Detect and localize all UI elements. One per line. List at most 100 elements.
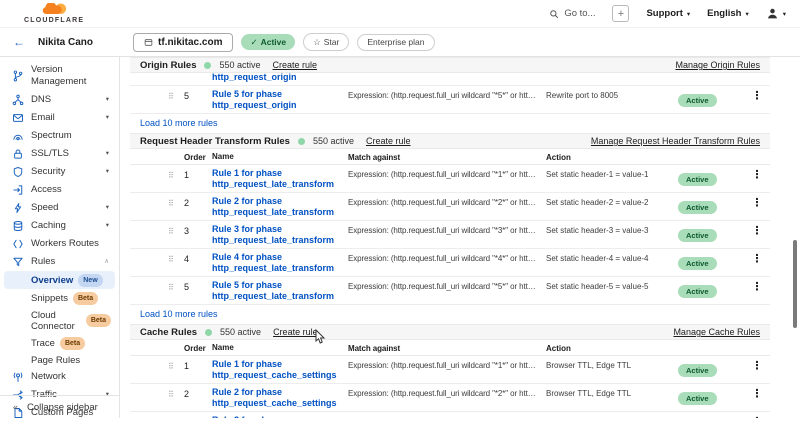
rule-name-link[interactable]: Rule 1 for phase http_request_cache_sett…: [212, 359, 348, 381]
scrollbar-thumb[interactable]: [793, 240, 797, 328]
rule-match: Expression: (http.request.full_uri wildc…: [348, 359, 546, 370]
rule-name-link[interactable]: Rule 1 for phase http_request_late_trans…: [212, 168, 348, 190]
back-arrow-icon[interactable]: ←: [13, 36, 25, 48]
column-action: Action: [546, 151, 678, 162]
kebab-menu-icon[interactable]: ⋮: [744, 252, 770, 266]
sidebar-item-workers-routes[interactable]: Workers Routes: [0, 235, 119, 253]
domain-bar: tf.nikitac.com ✓ Active ☆ Star Enterpris…: [120, 33, 435, 52]
table-row: ⠿ 4 Rule 4 for phase http_request_late_t…: [130, 249, 770, 277]
add-site-button[interactable]: +: [612, 5, 629, 22]
language-menu[interactable]: English ▾: [707, 8, 749, 19]
sidebar-item-label: Caching: [31, 220, 66, 232]
star-icon: ☆: [313, 37, 321, 48]
goto-search[interactable]: Go to...: [549, 8, 595, 19]
table-row: ⠿ 1 Rule 1 for phase http_request_late_t…: [130, 165, 770, 193]
goto-label: Go to...: [564, 8, 595, 19]
drag-handle-icon[interactable]: ⠿: [168, 196, 184, 208]
create-rule-link[interactable]: Create rule: [366, 136, 411, 146]
rule-name-link[interactable]: Rule 2 for phase http_request_late_trans…: [212, 196, 348, 218]
domain-selector[interactable]: tf.nikitac.com: [133, 33, 233, 52]
sidebar-item-speed[interactable]: Speed ▾: [0, 199, 119, 217]
status-cell: Active: [678, 387, 744, 406]
drag-handle-icon[interactable]: ⠿: [168, 387, 184, 399]
drag-handle-icon[interactable]: ⠿: [168, 89, 184, 101]
rule-match: Expression: (http.request.full_uri wildc…: [348, 89, 546, 100]
lock-icon: [12, 148, 24, 160]
cloudflare-cloud-icon: [39, 3, 69, 16]
cloudflare-logo[interactable]: CLOUDFLARE: [24, 3, 84, 24]
rule-match: Expression: (http.request.full_uri wildc…: [348, 252, 546, 263]
sidebar-item-ssl-tls[interactable]: SSL/TLS ▾: [0, 145, 119, 163]
manage-origin-rules-link[interactable]: Manage Origin Rules: [675, 60, 760, 70]
sidebar-item-caching[interactable]: Caching ▾: [0, 217, 119, 235]
dns-icon: [12, 94, 24, 106]
support-menu[interactable]: Support ▾: [646, 8, 690, 19]
star-button[interactable]: ☆ Star: [303, 33, 349, 51]
create-rule-link[interactable]: Create rule: [273, 60, 318, 70]
manage-cache-rules-link[interactable]: Manage Cache Rules: [673, 327, 760, 337]
sidebar-item-spectrum[interactable]: Spectrum: [0, 127, 119, 145]
plan-label: Enterprise plan: [367, 37, 424, 47]
drag-handle-icon[interactable]: ⠿: [168, 252, 184, 264]
rule-match: Expression: (http.request.full_uri wildc…: [348, 280, 546, 291]
sidebar-item-email[interactable]: Email ▾: [0, 109, 119, 127]
sidebar-subitem-label: Cloud Connector: [31, 310, 81, 332]
rule-action: Rewrite port to 8005: [546, 89, 678, 100]
collapse-sidebar-button[interactable]: « Collapse sidebar: [0, 395, 119, 418]
kebab-menu-icon[interactable]: ⋮: [744, 224, 770, 238]
account-name[interactable]: Nikita Cano: [38, 37, 93, 48]
kebab-menu-icon[interactable]: ⋮: [744, 89, 770, 103]
status-cell: Active: [678, 252, 744, 271]
rule-name-link[interactable]: Rule 3 for phase http_request_late_trans…: [212, 224, 348, 246]
kebab-menu-icon[interactable]: ⋮: [744, 280, 770, 294]
sidebar-item-trace[interactable]: Trace Beta: [0, 334, 119, 352]
create-rule-link[interactable]: Create rule: [273, 327, 318, 337]
drag-handle-icon[interactable]: ⠿: [168, 168, 184, 180]
sidebar-item-version-management[interactable]: Version Management: [0, 61, 119, 91]
sidebar-item-overview[interactable]: Overview New: [4, 271, 115, 289]
cache-rules-header: Cache Rules 550 active Create rule Manag…: [130, 324, 770, 340]
rule-name-line1: Rule 5 for phase: [212, 89, 348, 100]
sidebar-item-snippets[interactable]: Snippets Beta: [0, 289, 119, 307]
sidebar-item-rules[interactable]: Rules ∧: [0, 253, 119, 271]
rule-match: Expression: (http.request.full_uri wildc…: [348, 196, 546, 207]
rule-name-line1: Rule 1 for phase: [212, 359, 348, 370]
load-more-link[interactable]: Load 10 more rules: [140, 309, 218, 319]
drag-handle-icon[interactable]: ⠿: [168, 224, 184, 236]
rule-name-link[interactable]: http_request_origin: [212, 73, 297, 82]
rule-name-link[interactable]: Rule 4 for phase http_request_late_trans…: [212, 252, 348, 274]
kebab-menu-icon[interactable]: ⋮: [744, 387, 770, 401]
origin-rules-header: Origin Rules 550 active Create rule Mana…: [130, 57, 770, 73]
load-more-row: Load 10 more rules: [130, 305, 770, 324]
rule-name-link[interactable]: Rule 5 for phase http_request_origin: [212, 89, 348, 111]
star-label: Star: [324, 37, 340, 47]
drag-handle-icon[interactable]: ⠿: [168, 280, 184, 292]
table-row: ⠿ 5 Rule 5 for phase http_request_late_t…: [130, 277, 770, 305]
rule-name-link[interactable]: Rule 5 for phase http_request_late_trans…: [212, 280, 348, 302]
sidebar-item-cloud-connector[interactable]: Cloud Connector Beta: [0, 307, 119, 334]
sidebar-item-access[interactable]: Access: [0, 181, 119, 199]
kebab-menu-icon[interactable]: ⋮: [744, 168, 770, 182]
workers-routes-icon: [12, 238, 24, 250]
status-badge: Active: [678, 257, 717, 270]
manage-request-header-transform-rules-link[interactable]: Manage Request Header Transform Rules: [591, 136, 760, 146]
rule-action: Browser TTL, Edge TTL: [546, 387, 678, 398]
load-more-link[interactable]: Load 10 more rules: [140, 118, 218, 128]
user-menu[interactable]: ▾: [766, 7, 786, 20]
sidebar-item-security[interactable]: Security ▾: [0, 163, 119, 181]
sidebar-item-page-rules[interactable]: Page Rules: [0, 352, 119, 368]
drag-handle-icon[interactable]: ⠿: [168, 359, 184, 371]
sidebar-item-dns[interactable]: DNS ▾: [0, 91, 119, 109]
cloudflare-dashboard: { "colors": { "brand_orange": "#F6821F",…: [0, 0, 800, 418]
chevron-down-icon: ▾: [783, 10, 786, 18]
chevron-down-icon: ▾: [687, 10, 690, 18]
sidebar-item-network[interactable]: Network: [0, 368, 119, 386]
kebab-menu-icon[interactable]: ⋮: [744, 359, 770, 373]
rule-action: Set static header-2 = value-2: [546, 196, 678, 207]
sidebar-item-label: Speed: [31, 202, 58, 214]
sidebar-item-label: Email: [31, 112, 55, 124]
zone-status-label: Active: [261, 37, 287, 47]
rule-name-link[interactable]: Rule 2 for phase http_request_cache_sett…: [212, 387, 348, 409]
kebab-menu-icon[interactable]: ⋮: [744, 196, 770, 210]
rule-order: 4: [184, 252, 212, 264]
